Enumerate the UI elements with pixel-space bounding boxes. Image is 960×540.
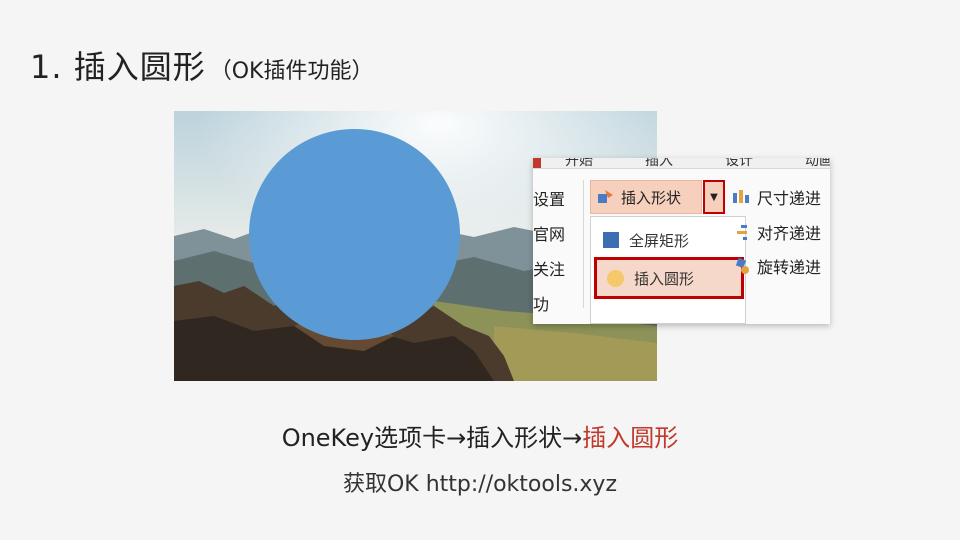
menu-item-label: 插入圆形 xyxy=(634,269,695,288)
size-step-icon xyxy=(733,190,749,203)
ribbon-screenshot: 开始 插入 设计 动画 设置 官网 关注 功 插入形状 ▼ 全屏矩形 插入圆形 xyxy=(533,158,830,324)
instruction-caption: OneKey选项卡→插入形状→插入圆形 xyxy=(0,418,960,453)
rotate-step-label: 旋转递进 xyxy=(757,258,822,277)
inserted-circle-shape[interactable] xyxy=(249,129,460,340)
slide-title: 1. 插入圆形 （OK插件功能） xyxy=(30,42,374,86)
rotate-step-icon xyxy=(735,257,749,274)
align-step-label: 对齐递进 xyxy=(757,224,822,243)
square-icon xyxy=(603,232,619,248)
tab-design[interactable]: 设计 xyxy=(725,158,753,168)
menu-item-insert-circle[interactable]: 插入圆形 xyxy=(594,257,744,299)
ribbon-tab-strip: 开始 插入 设计 动画 xyxy=(533,158,830,169)
size-step-label: 尺寸递进 xyxy=(757,189,822,208)
download-caption: 获取OK http://oktools.xyz xyxy=(342,472,618,497)
tab-home[interactable]: 开始 xyxy=(565,158,593,168)
ribbon-divider xyxy=(583,180,584,308)
tab-insert[interactable]: 插入 xyxy=(645,158,673,168)
menu-item-fullscreen-rect[interactable]: 全屏矩形 xyxy=(591,221,745,259)
ribbon-item-website[interactable]: 官网 xyxy=(533,221,583,256)
menu-item-label: 全屏矩形 xyxy=(629,231,690,250)
caption-highlight: 插入圆形 xyxy=(582,424,679,452)
slide-title-sub: （OK插件功能） xyxy=(209,59,374,84)
shape-dropdown-menu: 全屏矩形 插入圆形 xyxy=(590,216,746,324)
align-step-button[interactable]: 对齐递进 xyxy=(731,217,821,247)
insert-shape-button[interactable]: 插入形状 xyxy=(590,180,702,214)
ribbon-item-follow[interactable]: 关注 xyxy=(533,256,583,291)
rotate-step-button[interactable]: 旋转递进 xyxy=(731,251,821,281)
ribbon-item-settings[interactable]: 设置 xyxy=(533,186,583,221)
caret-down-icon[interactable]: ▼ xyxy=(703,180,725,214)
size-step-button[interactable]: 尺寸递进 xyxy=(731,182,821,212)
slide-title-main: 1. 插入圆形 xyxy=(30,48,206,86)
ribbon-accent xyxy=(533,158,541,168)
ribbon-left-group: 设置 官网 关注 功 xyxy=(533,186,583,324)
ribbon-item-partial[interactable]: 功 xyxy=(533,291,583,324)
caption-path: OneKey选项卡→插入形状→ xyxy=(281,424,583,452)
insert-shape-icon xyxy=(598,190,613,203)
insert-shape-label: 插入形状 xyxy=(621,188,682,207)
align-step-icon xyxy=(737,225,747,240)
circle-icon xyxy=(607,269,624,287)
tab-animation[interactable]: 动画 xyxy=(805,158,830,168)
